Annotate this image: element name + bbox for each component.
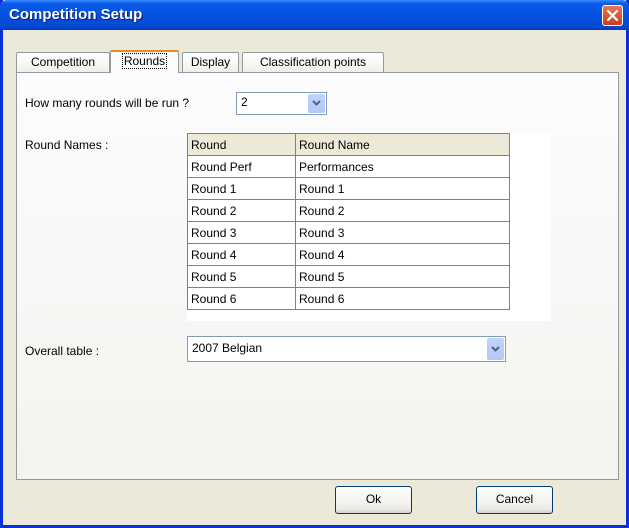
rounds-count-select[interactable]: 2 bbox=[236, 92, 327, 115]
close-button[interactable] bbox=[602, 5, 623, 26]
competition-setup-window: Competition Setup Competition Rounds Dis… bbox=[0, 0, 629, 528]
round-name-cell[interactable]: Round 2 bbox=[295, 199, 510, 222]
rounds-count-value: 2 bbox=[241, 95, 248, 109]
table-row: Round Perf Performances bbox=[187, 155, 510, 178]
table-row: Round 2 Round 2 bbox=[187, 199, 510, 222]
round-cell: Round 1 bbox=[187, 177, 296, 200]
rounds-count-dropdown-button[interactable] bbox=[308, 94, 325, 113]
window-title: Competition Setup bbox=[9, 6, 143, 23]
round-cell: Round 3 bbox=[187, 221, 296, 244]
round-name-cell[interactable]: Round 4 bbox=[295, 243, 510, 266]
tab-rounds-label: Rounds bbox=[121, 53, 168, 69]
round-name-cell[interactable]: Round 6 bbox=[295, 287, 510, 310]
round-cell: Round 6 bbox=[187, 287, 296, 310]
title-bar: Competition Setup bbox=[0, 0, 629, 30]
table-row: Round 4 Round 4 bbox=[187, 243, 510, 266]
chevron-down-icon bbox=[312, 100, 321, 106]
tab-rounds[interactable]: Rounds bbox=[110, 50, 179, 73]
round-name-cell[interactable]: Round 1 bbox=[295, 177, 510, 200]
round-name-cell[interactable]: Round 3 bbox=[295, 221, 510, 244]
table-row: Round 6 Round 6 bbox=[187, 287, 510, 310]
cancel-button[interactable]: Cancel bbox=[476, 486, 553, 514]
column-header-round: Round bbox=[187, 133, 296, 156]
grid-header-row: Round Round Name bbox=[187, 133, 510, 156]
overall-table-label: Overall table : bbox=[25, 344, 100, 358]
ok-button[interactable]: Ok bbox=[335, 486, 412, 514]
overall-table-dropdown-button[interactable] bbox=[487, 338, 504, 360]
round-names-grid: Round Round Name Round Perf Performances… bbox=[187, 133, 551, 321]
rounds-count-label: How many rounds will be run ? bbox=[25, 96, 190, 110]
table-row: Round 1 Round 1 bbox=[187, 177, 510, 200]
overall-table-select[interactable]: 2007 Belgian bbox=[187, 336, 506, 362]
table-row: Round 3 Round 3 bbox=[187, 221, 510, 244]
round-names-label: Round Names : bbox=[25, 138, 109, 152]
round-cell: Round 5 bbox=[187, 265, 296, 288]
tab-competition[interactable]: Competition bbox=[16, 52, 110, 72]
close-icon bbox=[606, 9, 619, 22]
tab-classification-points[interactable]: Classification points bbox=[242, 52, 384, 72]
tab-display[interactable]: Display bbox=[182, 52, 239, 72]
chevron-down-icon bbox=[491, 346, 500, 352]
round-cell: Round 4 bbox=[187, 243, 296, 266]
overall-table-value: 2007 Belgian bbox=[192, 341, 263, 355]
round-name-cell[interactable]: Round 5 bbox=[295, 265, 510, 288]
column-header-round-name: Round Name bbox=[295, 133, 510, 156]
round-cell: Round Perf bbox=[187, 155, 296, 178]
table-row: Round 5 Round 5 bbox=[187, 265, 510, 288]
round-name-cell[interactable]: Performances bbox=[295, 155, 510, 178]
round-cell: Round 2 bbox=[187, 199, 296, 222]
